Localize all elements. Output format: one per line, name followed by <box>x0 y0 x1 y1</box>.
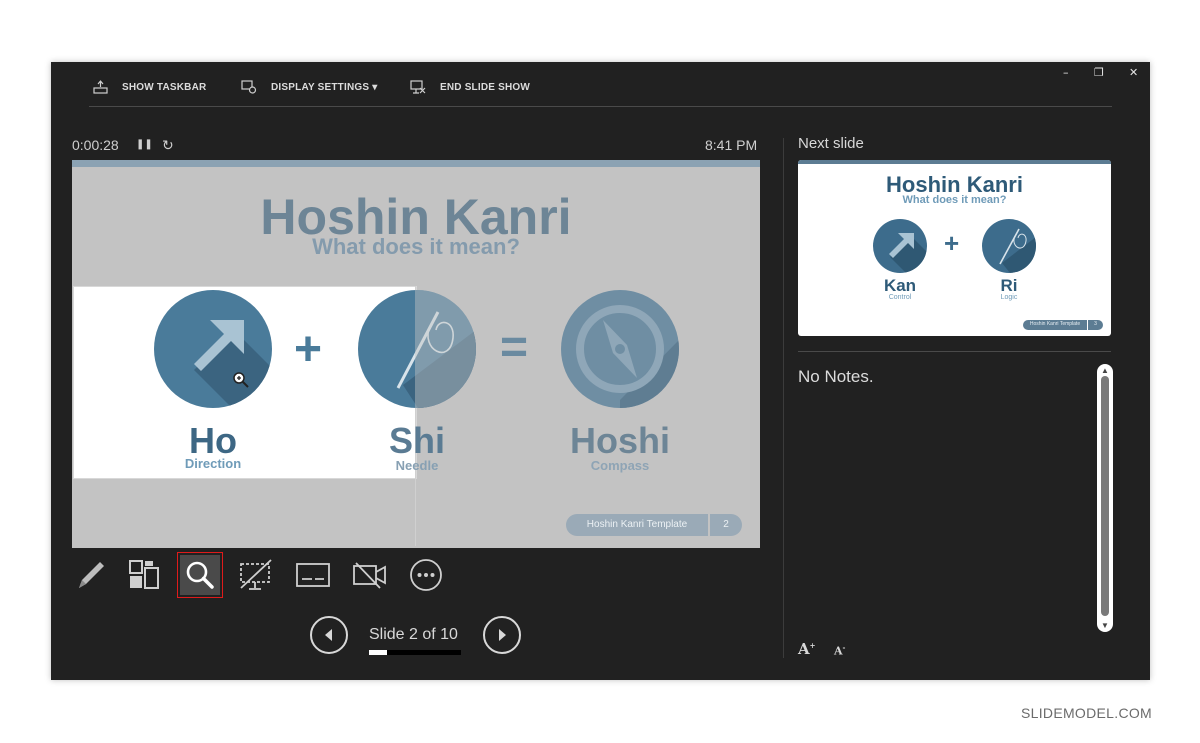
show-taskbar-label: SHOW TASKBAR <box>122 81 207 93</box>
chevron-right-icon <box>499 629 506 641</box>
slide-top-bar <box>72 160 760 167</box>
speaker-notes: No Notes. <box>798 367 874 386</box>
scroll-up-icon[interactable]: ▲ <box>1097 366 1113 375</box>
arrow-icon <box>873 219 927 273</box>
zoom-cursor-icon <box>233 372 249 388</box>
thumb-term-word: Ri <box>1000 276 1018 295</box>
needle-icon <box>982 219 1036 273</box>
taskbar-icon <box>93 80 108 94</box>
subtitles-icon <box>296 563 330 587</box>
needle-icon <box>358 290 476 408</box>
scroll-down-icon[interactable]: ▼ <box>1097 621 1113 630</box>
arrow-icon <box>154 290 272 408</box>
footer-slide-number: 2 <box>723 519 729 530</box>
decrease-font-button[interactable]: A- <box>834 643 845 658</box>
pen-tool-button[interactable] <box>67 552 113 598</box>
end-slide-show-label: END SLIDE SHOW <box>440 81 531 93</box>
see-all-slides-button[interactable] <box>121 552 167 598</box>
camera-off-icon <box>353 562 386 589</box>
more-options-button[interactable] <box>403 552 449 598</box>
term-meaning: Compass <box>590 458 650 473</box>
show-taskbar-button[interactable]: SHOW TASKBAR <box>93 80 206 94</box>
next-slide-button[interactable] <box>483 616 521 654</box>
panel-divider <box>783 138 784 658</box>
pause-timer-button[interactable]: ❚❚ <box>136 139 153 150</box>
slide-subtitle: What does it mean? <box>312 234 520 259</box>
notes-divider <box>798 351 1111 352</box>
thumb-footer-label: Hoshin Kanri Template <box>1029 321 1081 327</box>
compass-icon <box>561 290 679 408</box>
minimize-button[interactable]: – <box>1063 66 1069 79</box>
term-word: Shi <box>388 420 445 461</box>
zoom-into-slide-button[interactable] <box>177 552 223 598</box>
end-show-icon <box>410 80 426 94</box>
term-meaning: Direction <box>184 456 242 471</box>
slide-footer: Hoshin Kanri Template 2 <box>566 514 742 536</box>
ellipsis-icon <box>410 559 442 591</box>
elapsed-timer: 0:00:28 <box>72 137 119 153</box>
toggle-subtitles-button[interactable] <box>290 552 336 598</box>
term-meaning: Needle <box>395 458 439 473</box>
toolbar-divider <box>89 106 1112 107</box>
reset-timer-button[interactable]: ↻ <box>162 137 174 154</box>
presenter-view-window: – ❐ ✕ SHOW TASKBAR DISPLAY SETTINGS ▾ EN… <box>51 62 1150 680</box>
slide-counter: Slide 2 of 10 <box>369 626 458 643</box>
watermark: SLIDEMODEL.COM <box>1021 705 1152 721</box>
thumb-subtitle: What does it mean? <box>902 194 1007 206</box>
thumb-term-word: Kan <box>883 276 917 295</box>
display-settings-label: DISPLAY SETTINGS ▾ <box>271 81 378 93</box>
plus-sign: + <box>294 323 323 376</box>
restore-button[interactable]: ❐ <box>1094 66 1104 79</box>
previous-slide-button[interactable] <box>310 616 348 654</box>
term-word: Hoshi <box>569 420 670 461</box>
grid-slides-icon <box>129 560 159 589</box>
increase-font-button[interactable]: A+ <box>798 640 816 658</box>
close-button[interactable]: ✕ <box>1129 66 1138 79</box>
next-slide-label: Next slide <box>798 135 864 152</box>
black-screen-button[interactable] <box>233 552 279 598</box>
pen-icon <box>79 562 104 588</box>
thumb-plus: + <box>944 228 960 258</box>
footer-label: Hoshin Kanri Template <box>586 519 688 530</box>
camera-button[interactable] <box>347 552 393 598</box>
thumb-term-meaning: Control <box>888 294 912 301</box>
scrollbar-thumb[interactable] <box>1101 376 1109 616</box>
magnifier-icon <box>186 561 214 589</box>
slide-progress-bar <box>369 650 461 655</box>
notes-scrollbar[interactable]: ▲ ▼ <box>1097 364 1113 632</box>
next-slide-thumbnail[interactable]: Hoshin Kanri What does it mean? + Kan Co… <box>798 160 1111 336</box>
thumb-footer: Hoshin Kanri Template 3 <box>1023 320 1103 330</box>
equals-sign: = <box>500 321 529 374</box>
current-slide[interactable]: Hoshin Kanri What does it mean? + = Ho D… <box>72 160 760 548</box>
thumb-footer-number: 3 <box>1094 321 1097 327</box>
display-settings-button[interactable]: DISPLAY SETTINGS ▾ <box>241 80 377 94</box>
thumb-top-bar <box>798 160 1111 164</box>
thumb-term-meaning: Logic <box>1000 294 1018 301</box>
chevron-left-icon <box>325 629 332 641</box>
screen-slash-icon <box>240 559 272 590</box>
display-settings-icon <box>241 80 257 94</box>
current-time: 8:41 PM <box>705 137 758 153</box>
end-slide-show-button[interactable]: END SLIDE SHOW <box>410 80 530 94</box>
